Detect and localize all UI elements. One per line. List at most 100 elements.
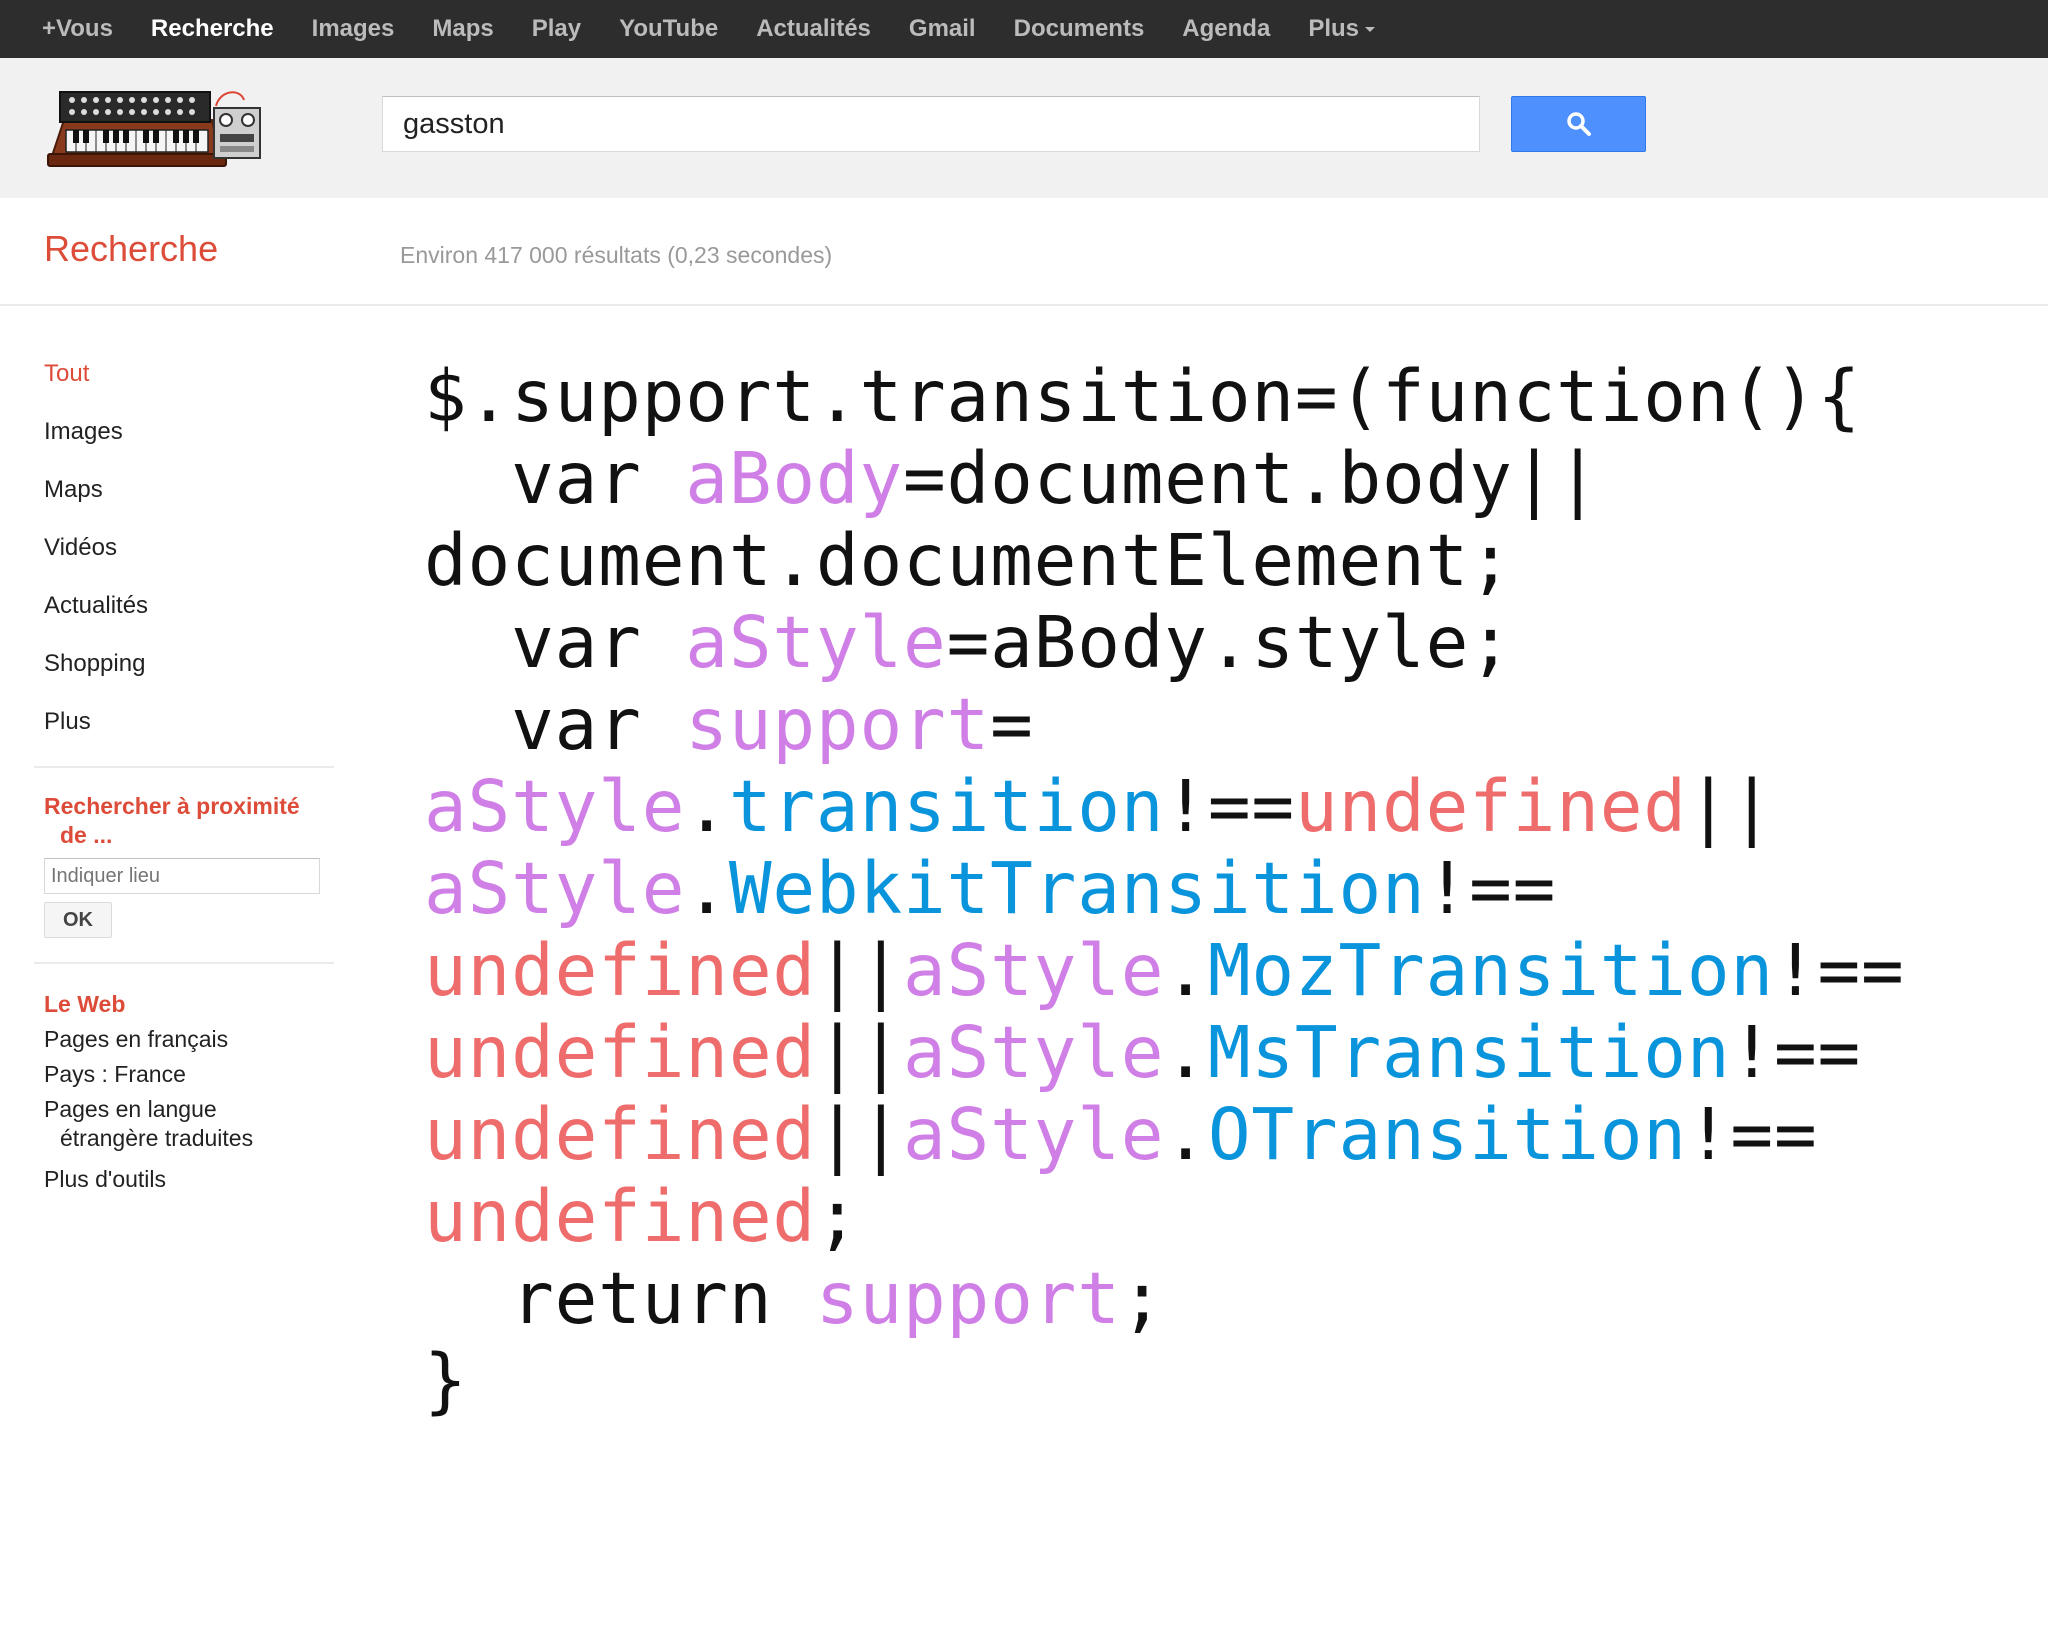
search-button[interactable] [1511,96,1646,152]
chevron-down-icon [1365,27,1375,33]
filter-translated-line2: étrangère traduites [60,1125,254,1151]
code-token: return [424,1257,816,1340]
code-token: . [1164,1093,1208,1176]
nav-item-plus-label: Plus [1308,15,1359,42]
code-line: aStyle.WebkitTransition!== [424,848,1905,930]
code-line: aStyle.transition!==undefined|| [424,766,1905,848]
code-token: aStyle [903,1093,1165,1176]
code-token: aStyle [424,765,686,848]
nav-item-youtube[interactable]: YouTube [619,15,718,43]
search-icon [1566,112,1591,136]
sidebar-nav: Tout Images Maps Vidéos Actualités Shopp… [44,360,344,766]
nav-item-recherche[interactable]: Recherche [151,15,274,43]
logo[interactable] [44,86,264,170]
filter-pages-fr[interactable]: Pages en français [44,1025,344,1054]
nearby-heading-line2: de ... [60,822,113,848]
nav-item-images[interactable]: Images [312,15,395,43]
filter-translated-pages[interactable]: Pages en langue étrangère traduites [44,1095,344,1153]
code-line: $.support.transition=(function(){ [424,356,1905,438]
code-token: undefined [1294,765,1687,848]
code-token: support [815,1257,1121,1340]
code-token: transition [728,765,1165,848]
code-token: WebkitTransition [728,847,1426,930]
code-line: } [424,1340,1905,1422]
code-token: support [685,683,991,766]
code-line: undefined||aStyle.MsTransition!== [424,1012,1905,1094]
code-token: . [1164,929,1208,1012]
code-token: =document.body|| [903,437,1600,520]
sidebar-item-tout[interactable]: Tout [44,360,344,418]
code-token: . [685,847,729,930]
code-token: MsTransition [1207,1011,1731,1094]
code-token: = [990,683,1034,766]
code-token: MozTransition [1207,929,1774,1012]
nav-item-play[interactable]: Play [532,15,581,43]
code-token: !== [1425,847,1557,930]
code-line: undefined||aStyle.MozTransition!== [424,930,1905,1012]
result-stats: Environ 417 000 résultats (0,23 secondes… [400,242,833,268]
code-token: || [1686,765,1774,848]
sidebar: Tout Images Maps Vidéos Actualités Shopp… [34,306,344,1200]
code-token: undefined [424,1011,816,1094]
code-token: ; [815,1175,860,1258]
code-line: document.documentElement; [424,520,1905,602]
code-token: undefined [424,1093,816,1176]
web-filter-section: Le Web Pages en français Pays : France P… [44,990,344,1194]
code-token: . [685,765,729,848]
ok-button[interactable]: OK [44,902,112,938]
filter-country[interactable]: Pays : France [44,1060,344,1089]
code-token: var [424,437,686,520]
code-line: undefined; [424,1176,1905,1258]
code-token: =aBody.style; [946,601,1513,684]
nav-item-vous[interactable]: +Vous [42,15,113,43]
nearby-search-section: Rechercher à proximité de ... OK [44,792,344,938]
page-title: Recherche [44,228,219,269]
code-line: var aStyle=aBody.style; [424,602,1905,684]
nav-item-actualites[interactable]: Actualités [756,15,871,43]
sidebar-divider [34,962,334,964]
code-line: var aBody=document.body|| [424,438,1905,520]
nearby-heading: Rechercher à proximité de ... [44,792,344,850]
code-token: !== [1164,765,1295,848]
code-token: aStyle [424,847,686,930]
code-token: !== [1730,1011,1862,1094]
code-token: document.documentElement; [424,519,1513,602]
nav-item-maps[interactable]: Maps [432,15,493,43]
code-token: || [815,929,904,1012]
code-line: var support= [424,684,1905,766]
sidebar-divider [34,766,334,768]
nav-item-agenda[interactable]: Agenda [1182,15,1270,43]
filter-translated-line1: Pages en langue [44,1096,217,1122]
sidebar-item-shopping[interactable]: Shopping [44,650,344,708]
code-token: || [815,1011,904,1094]
web-heading[interactable]: Le Web [44,990,344,1019]
code-token: aBody [685,437,904,520]
code-block: $.support.transition=(function(){ var aB… [424,356,1905,1422]
code-token: undefined [424,929,816,1012]
more-tools-link[interactable]: Plus d'outils [44,1165,344,1194]
nearby-heading-line1: Rechercher à proximité [44,793,300,819]
code-token: . [1164,1011,1208,1094]
sidebar-item-videos[interactable]: Vidéos [44,534,344,592]
place-input[interactable] [44,858,320,894]
code-token: undefined [424,1175,816,1258]
top-nav-bar: +Vous Recherche Images Maps Play YouTube… [0,0,2048,58]
sidebar-item-actualites[interactable]: Actualités [44,592,344,650]
code-line: undefined||aStyle.OTransition!== [424,1094,1905,1176]
code-token: !== [1686,1093,1818,1176]
code-token: OTransition [1207,1093,1687,1176]
synthesizer-doodle-icon [47,91,261,167]
sidebar-item-maps[interactable]: Maps [44,476,344,534]
nav-item-documents[interactable]: Documents [1014,15,1145,43]
search-header [0,58,2048,198]
nav-item-plus[interactable]: Plus [1308,15,1375,43]
code-token: ; [1120,1257,1165,1340]
sidebar-item-images[interactable]: Images [44,418,344,476]
results-subheader: Recherche Environ 417 000 résultats (0,2… [0,198,2048,306]
code-token: !== [1773,929,1905,1012]
nav-item-gmail[interactable]: Gmail [909,15,976,43]
search-input[interactable] [382,96,1480,152]
sidebar-item-plus[interactable]: Plus [44,708,344,766]
code-token: || [815,1093,904,1176]
code-token: aStyle [903,929,1165,1012]
